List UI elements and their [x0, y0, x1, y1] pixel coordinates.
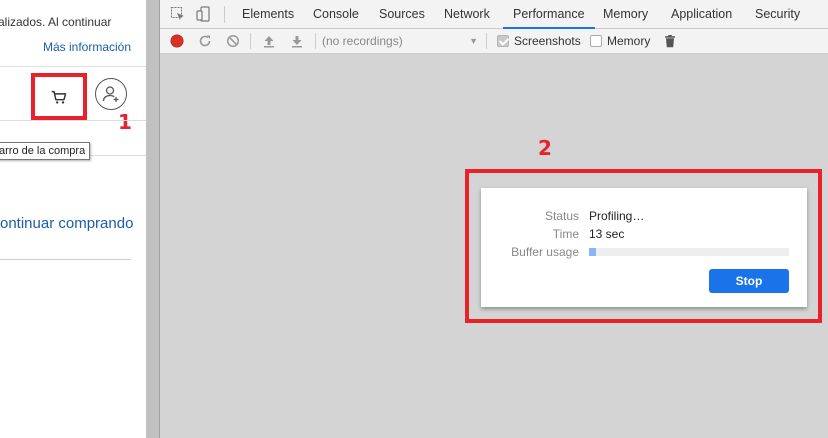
divider [0, 259, 131, 260]
toolbar-separator [486, 33, 487, 49]
record-icon [170, 34, 184, 48]
add-user-button[interactable] [95, 78, 127, 110]
performance-toolbar: (no recordings) ▼ Screenshots Memory [160, 29, 828, 54]
memory-label: Memory [607, 34, 651, 48]
time-label: Time [552, 227, 579, 241]
cart-tooltip: arro de la compra [0, 142, 91, 160]
cookie-notice-text: alizados. Al continuar [0, 15, 112, 29]
tab-elements[interactable]: Elements [241, 0, 295, 29]
time-value: 13 sec [589, 227, 625, 241]
trash-icon [665, 35, 675, 48]
add-user-icon [102, 86, 119, 102]
recordings-select[interactable]: (no recordings) ▼ [322, 32, 482, 51]
recordings-select-value: (no recordings) [322, 34, 403, 48]
profiling-status-dialog: Status Profiling… Time 13 sec Buffer usa… [481, 188, 807, 307]
annotation-2: 2 [538, 136, 552, 160]
reload-icon [199, 35, 211, 47]
download-icon [292, 36, 302, 48]
tab-sources[interactable]: Sources [378, 0, 426, 29]
tab-memory[interactable]: Memory [602, 0, 649, 29]
toolbar-separator [315, 33, 316, 49]
tab-performance[interactable]: Performance [503, 0, 595, 29]
more-info-link[interactable]: Más información [43, 40, 131, 54]
tab-console[interactable]: Console [312, 0, 360, 29]
dropdown-arrow-icon: ▼ [469, 36, 478, 46]
page-scrollbar[interactable] [146, 0, 159, 438]
screenshots-checkbox[interactable] [497, 35, 509, 47]
buffer-usage-label: Buffer usage [511, 245, 579, 259]
web-page: alizados. Al continuar Más información 1… [0, 0, 146, 438]
devtools-tab-bar: Elements Console Sources Network Perform… [160, 0, 828, 29]
clear-icon [226, 34, 240, 48]
stop-button[interactable]: Stop [709, 269, 789, 293]
buffer-usage-bar [589, 248, 789, 256]
annotation-1: 1 [118, 110, 132, 134]
divider [0, 66, 146, 67]
tab-security[interactable]: Security [754, 0, 801, 29]
status-value: Profiling… [589, 209, 645, 223]
clear-button[interactable] [225, 33, 241, 49]
status-label: Status [544, 209, 579, 223]
cart-button[interactable] [31, 73, 87, 120]
toolbar-separator [224, 6, 225, 23]
devtools-panel: Elements Console Sources Network Perform… [160, 0, 828, 438]
tab-network[interactable]: Network [443, 0, 491, 29]
screenshots-label: Screenshots [514, 34, 581, 48]
reload-profile-button[interactable] [197, 33, 213, 49]
record-button[interactable] [169, 33, 185, 49]
load-profile-button[interactable] [261, 33, 277, 49]
collect-garbage-button[interactable] [662, 33, 678, 49]
buffer-usage-fill [589, 248, 596, 256]
device-toolbar-icon[interactable] [196, 6, 212, 22]
toolbar-separator [250, 33, 251, 49]
tab-application[interactable]: Application [670, 0, 733, 29]
inspect-element-icon[interactable] [170, 6, 186, 22]
save-profile-button[interactable] [289, 33, 305, 49]
upload-icon [264, 36, 274, 48]
continue-shopping-link[interactable]: ontinuar comprando [0, 215, 133, 232]
memory-checkbox[interactable] [590, 35, 602, 47]
divider [0, 120, 146, 121]
shopping-cart-icon [51, 90, 67, 104]
